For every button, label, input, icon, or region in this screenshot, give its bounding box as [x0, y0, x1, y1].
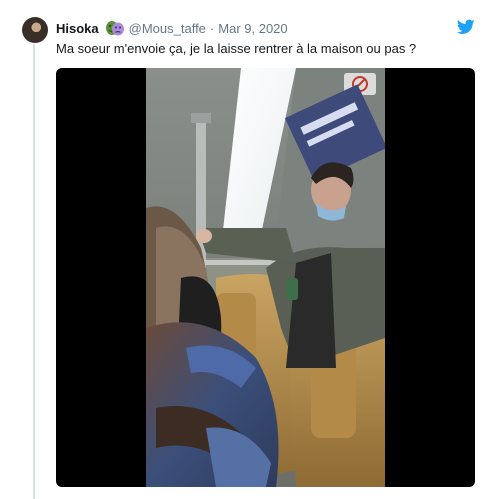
tweet-text: Ma soeur m'envoie ça, je la laisse rentr… [56, 41, 417, 56]
tweet-card[interactable]: Hisoka @Mous_taffe · Mar 9, 2020 Ma soeu… [0, 0, 493, 499]
masks-icon [105, 20, 125, 36]
video-player[interactable] [56, 68, 475, 487]
display-name[interactable]: Hisoka [56, 21, 99, 36]
avatar[interactable] [22, 17, 48, 43]
tweet-date[interactable]: Mar 9, 2020 [218, 21, 287, 36]
tweet-header: Hisoka @Mous_taffe · Mar 9, 2020 [56, 18, 288, 38]
video-thumbnail[interactable] [146, 68, 388, 487]
user-handle[interactable]: @Mous_taffe [129, 21, 206, 36]
separator-dot: · [209, 20, 215, 36]
thread-line [33, 44, 35, 499]
twitter-bird-icon[interactable] [456, 19, 475, 35]
